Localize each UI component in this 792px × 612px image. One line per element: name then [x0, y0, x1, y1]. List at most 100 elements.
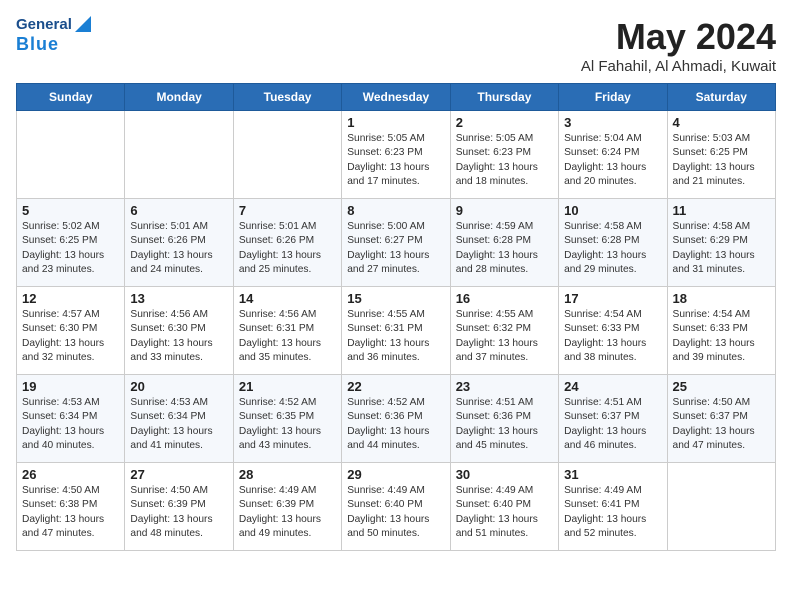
day-info: Sunrise: 4:55 AMSunset: 6:32 PMDaylight:… [456, 308, 553, 365]
day-info: Sunrise: 4:55 AMSunset: 6:31 PMDaylight:… [347, 308, 444, 365]
table-row: 4 Sunrise: 5:03 AMSunset: 6:25 PMDaylight… [667, 111, 775, 199]
day-info: Sunrise: 5:01 AMSunset: 6:26 PMDaylight:… [130, 220, 227, 277]
table-row: 19 Sunrise: 4:53 AMSunset: 6:34 PMDayligh… [17, 375, 125, 463]
day-number: 27 [130, 467, 227, 482]
day-number: 28 [239, 467, 336, 482]
table-row: 15 Sunrise: 4:55 AMSunset: 6:31 PMDayligh… [342, 287, 450, 375]
week-row-2: 5Sunrise: 5:02 AMSunset: 6:25 PMDaylight… [17, 199, 776, 287]
table-row [667, 463, 775, 551]
week-row-5: 26 Sunrise: 4:50 AMSunset: 6:38 PMDayligh… [17, 463, 776, 551]
day-number: 29 [347, 467, 444, 482]
day-info: Sunrise: 4:53 AMSunset: 6:34 PMDaylight:… [130, 396, 227, 453]
table-row [17, 111, 125, 199]
header-monday: Monday [125, 84, 233, 111]
table-row: 1 Sunrise: 5:05 AMSunset: 6:23 PMDaylight… [342, 111, 450, 199]
day-info: Sunrise: 4:51 AMSunset: 6:36 PMDaylight:… [456, 396, 553, 453]
day-info: Sunrise: 4:54 AMSunset: 6:33 PMDaylight:… [564, 308, 661, 365]
day-number: 4 [673, 115, 770, 130]
day-number: 10 [564, 203, 661, 218]
table-row: 30 Sunrise: 4:49 AMSunset: 6:40 PMDayligh… [450, 463, 558, 551]
calendar-title: May 2024 [581, 16, 776, 58]
day-number: 17 [564, 291, 661, 306]
table-row: 7 Sunrise: 5:01 AMSunset: 6:26 PMDaylight… [233, 199, 341, 287]
day-info: Sunrise: 4:54 AMSunset: 6:33 PMDaylight:… [673, 308, 770, 365]
week-row-4: 19 Sunrise: 4:53 AMSunset: 6:34 PMDayligh… [17, 375, 776, 463]
calendar-location: Al Fahahil, Al Ahmadi, Kuwait [581, 58, 776, 75]
weekday-header-row: Sunday Monday Tuesday Wednesday Thursday… [17, 84, 776, 111]
table-row: 31 Sunrise: 4:49 AMSunset: 6:41 PMDayligh… [559, 463, 667, 551]
day-number: 11 [673, 203, 770, 218]
day-number: 15 [347, 291, 444, 306]
day-number: 6 [130, 203, 227, 218]
table-row: 29Sunrise: 4:49 AMSunset: 6:40 PMDayligh… [342, 463, 450, 551]
day-number: 9 [456, 203, 553, 218]
week-row-3: 12 Sunrise: 4:57 AMSunset: 6:30 PMDayligh… [17, 287, 776, 375]
table-row: 25Sunrise: 4:50 AMSunset: 6:37 PMDayligh… [667, 375, 775, 463]
day-info: Sunrise: 4:49 AMSunset: 6:41 PMDaylight:… [564, 484, 661, 541]
table-row: 13Sunrise: 4:56 AMSunset: 6:30 PMDayligh… [125, 287, 233, 375]
table-row: 20 Sunrise: 4:53 AMSunset: 6:34 PMDayligh… [125, 375, 233, 463]
page-header: General Blue May 2024 Al Fahahil, Al Ahm… [16, 16, 776, 75]
day-number: 19 [22, 379, 119, 394]
day-info: Sunrise: 4:49 AMSunset: 6:39 PMDaylight:… [239, 484, 336, 541]
day-info: Sunrise: 4:52 AMSunset: 6:36 PMDaylight:… [347, 396, 444, 453]
day-number: 7 [239, 203, 336, 218]
day-info: Sunrise: 4:56 AMSunset: 6:30 PMDaylight:… [130, 308, 227, 365]
table-row: 16 Sunrise: 4:55 AMSunset: 6:32 PMDayligh… [450, 287, 558, 375]
table-row: 8 Sunrise: 5:00 AMSunset: 6:27 PMDaylight… [342, 199, 450, 287]
day-info: Sunrise: 5:05 AMSunset: 6:23 PMDaylight:… [347, 132, 444, 189]
day-info: Sunrise: 5:01 AMSunset: 6:26 PMDaylight:… [239, 220, 336, 277]
day-number: 12 [22, 291, 119, 306]
day-info: Sunrise: 5:03 AMSunset: 6:25 PMDaylight:… [673, 132, 770, 189]
day-number: 22 [347, 379, 444, 394]
logo-triangle-icon [75, 16, 91, 32]
day-info: Sunrise: 4:52 AMSunset: 6:35 PMDaylight:… [239, 396, 336, 453]
table-row: 11 Sunrise: 4:58 AMSunset: 6:29 PMDayligh… [667, 199, 775, 287]
day-info: Sunrise: 4:50 AMSunset: 6:39 PMDaylight:… [130, 484, 227, 541]
day-number: 20 [130, 379, 227, 394]
day-info: Sunrise: 5:05 AMSunset: 6:23 PMDaylight:… [456, 132, 553, 189]
header-saturday: Saturday [667, 84, 775, 111]
logo-blue: Blue [16, 34, 91, 56]
table-row: 6 Sunrise: 5:01 AMSunset: 6:26 PMDaylight… [125, 199, 233, 287]
day-number: 1 [347, 115, 444, 130]
day-info: Sunrise: 4:53 AMSunset: 6:34 PMDaylight:… [22, 396, 119, 453]
table-row: 26 Sunrise: 4:50 AMSunset: 6:38 PMDayligh… [17, 463, 125, 551]
table-row: 27 Sunrise: 4:50 AMSunset: 6:39 PMDayligh… [125, 463, 233, 551]
logo: General Blue [16, 16, 91, 56]
table-row: 21 Sunrise: 4:52 AMSunset: 6:35 PMDayligh… [233, 375, 341, 463]
table-row: 18Sunrise: 4:54 AMSunset: 6:33 PMDayligh… [667, 287, 775, 375]
day-info: Sunrise: 5:04 AMSunset: 6:24 PMDaylight:… [564, 132, 661, 189]
day-info: Sunrise: 4:58 AMSunset: 6:29 PMDaylight:… [673, 220, 770, 277]
table-row: 22 Sunrise: 4:52 AMSunset: 6:36 PMDayligh… [342, 375, 450, 463]
week-row-1: 1 Sunrise: 5:05 AMSunset: 6:23 PMDaylight… [17, 111, 776, 199]
day-info: Sunrise: 4:49 AMSunset: 6:40 PMDaylight:… [456, 484, 553, 541]
day-number: 21 [239, 379, 336, 394]
day-number: 3 [564, 115, 661, 130]
day-info: Sunrise: 4:50 AMSunset: 6:38 PMDaylight:… [22, 484, 119, 541]
day-number: 31 [564, 467, 661, 482]
day-number: 16 [456, 291, 553, 306]
day-number: 8 [347, 203, 444, 218]
day-info: Sunrise: 5:00 AMSunset: 6:27 PMDaylight:… [347, 220, 444, 277]
table-row: 28 Sunrise: 4:49 AMSunset: 6:39 PMDayligh… [233, 463, 341, 551]
day-info: Sunrise: 5:02 AMSunset: 6:25 PMDaylight:… [22, 220, 119, 277]
day-info: Sunrise: 4:57 AMSunset: 6:30 PMDaylight:… [22, 308, 119, 365]
day-info: Sunrise: 4:59 AMSunset: 6:28 PMDaylight:… [456, 220, 553, 277]
table-row: 10Sunrise: 4:58 AMSunset: 6:28 PMDayligh… [559, 199, 667, 287]
table-row [125, 111, 233, 199]
day-number: 23 [456, 379, 553, 394]
table-row: 23 Sunrise: 4:51 AMSunset: 6:36 PMDayligh… [450, 375, 558, 463]
day-number: 24 [564, 379, 661, 394]
day-number: 26 [22, 467, 119, 482]
day-info: Sunrise: 4:50 AMSunset: 6:37 PMDaylight:… [673, 396, 770, 453]
header-wednesday: Wednesday [342, 84, 450, 111]
table-row: 24Sunrise: 4:51 AMSunset: 6:37 PMDayligh… [559, 375, 667, 463]
day-info: Sunrise: 4:56 AMSunset: 6:31 PMDaylight:… [239, 308, 336, 365]
day-number: 30 [456, 467, 553, 482]
table-row: 5Sunrise: 5:02 AMSunset: 6:25 PMDaylight… [17, 199, 125, 287]
table-row: 14 Sunrise: 4:56 AMSunset: 6:31 PMDayligh… [233, 287, 341, 375]
day-number: 14 [239, 291, 336, 306]
table-row: 17 Sunrise: 4:54 AMSunset: 6:33 PMDayligh… [559, 287, 667, 375]
table-row [233, 111, 341, 199]
